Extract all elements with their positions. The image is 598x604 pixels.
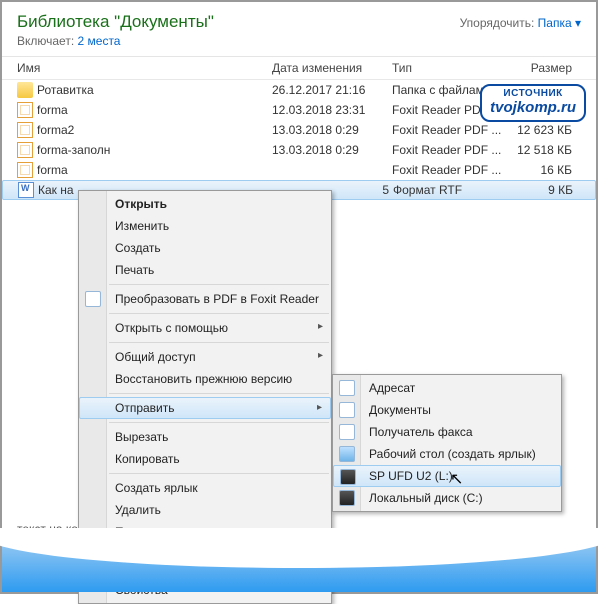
sendto-label: SP UFD U2 (L:) bbox=[369, 469, 453, 483]
sendto-label: Документы bbox=[369, 403, 431, 417]
menu-item-label: Преобразовать в PDF в Foxit Reader bbox=[115, 292, 319, 306]
menu-item[interactable]: Преобразовать в PDF в Foxit Reader bbox=[79, 288, 331, 310]
sendto-label: Получатель факса bbox=[369, 425, 473, 439]
pdf-icon bbox=[17, 142, 33, 158]
file-size: 16 КБ bbox=[512, 163, 582, 177]
file-size: 12 623 КБ bbox=[512, 123, 582, 137]
file-row[interactable]: forma Foxit Reader PDF ...16 КБ bbox=[2, 160, 596, 180]
file-modified: 26.12.2017 21:16 bbox=[272, 83, 392, 97]
sendto-item[interactable]: SP UFD U2 (L:) bbox=[333, 465, 561, 487]
menu-item[interactable]: Копировать bbox=[79, 448, 331, 470]
file-type: Foxit Reader PDF ... bbox=[392, 123, 512, 137]
watermark-badge: ИСТОЧНИК tvojkomp.ru bbox=[480, 84, 586, 122]
menu-item[interactable]: Общий доступ bbox=[79, 346, 331, 368]
decorative-wave bbox=[2, 544, 596, 592]
sort-value[interactable]: Папка ▾ bbox=[538, 16, 581, 30]
includes-line: Включает: 2 места bbox=[17, 34, 214, 48]
menu-item-label: Общий доступ bbox=[115, 350, 196, 364]
file-row[interactable]: forma-заполн 13.03.2018 0:29Foxit Reader … bbox=[2, 140, 596, 160]
sendto-label: Локальный диск (C:) bbox=[369, 491, 483, 505]
pdf-icon bbox=[17, 102, 33, 118]
menu-item-label: Открыть bbox=[115, 197, 167, 211]
folder-icon bbox=[17, 82, 33, 98]
disk-icon bbox=[339, 490, 355, 506]
col-modified[interactable]: Дата изменения bbox=[272, 61, 392, 75]
usb-icon bbox=[340, 469, 356, 485]
menu-item-label: Изменить bbox=[115, 219, 169, 233]
col-type[interactable]: Тип bbox=[392, 61, 512, 75]
file-type: Foxit Reader PDF ... bbox=[392, 163, 512, 177]
col-name[interactable]: Имя bbox=[2, 61, 272, 75]
mail-icon bbox=[339, 380, 355, 396]
menu-item[interactable]: Создать bbox=[79, 237, 331, 259]
fax-icon bbox=[339, 424, 355, 440]
menu-item-label: Открыть с помощью bbox=[115, 321, 228, 335]
file-name: Ротавитка bbox=[37, 83, 94, 97]
sendto-item[interactable]: Локальный диск (C:) bbox=[333, 487, 561, 509]
menu-item-label: Создать bbox=[115, 241, 161, 255]
sendto-item[interactable]: Рабочий стол (создать ярлык) bbox=[333, 443, 561, 465]
sort-control: Упорядочить: Папка ▾ bbox=[460, 16, 581, 30]
sendto-label: Адресат bbox=[369, 381, 415, 395]
file-modified: 13.03.2018 0:29 bbox=[272, 123, 392, 137]
library-title: Библиотека "Документы" bbox=[17, 12, 214, 32]
menu-separator bbox=[109, 284, 329, 285]
menu-item[interactable]: Печать bbox=[79, 259, 331, 281]
file-name: Как на bbox=[38, 183, 74, 197]
sendto-item[interactable]: Документы bbox=[333, 399, 561, 421]
send-to-submenu[interactable]: Адресат Документы Получатель факса Рабочий … bbox=[332, 374, 562, 512]
menu-item-label: Копировать bbox=[115, 452, 180, 466]
sendto-label: Рабочий стол (создать ярлык) bbox=[369, 447, 536, 461]
menu-item-label: Восстановить прежнюю версию bbox=[115, 372, 292, 386]
menu-separator bbox=[109, 473, 329, 474]
file-size: 12 518 КБ bbox=[512, 143, 582, 157]
file-modified: 13.03.2018 0:29 bbox=[272, 143, 392, 157]
menu-item[interactable]: Открыть bbox=[79, 193, 331, 215]
pdfconv-icon bbox=[85, 291, 101, 307]
file-name: forma-заполн bbox=[37, 143, 110, 157]
menu-separator bbox=[109, 313, 329, 314]
file-size: 9 КБ bbox=[513, 183, 583, 197]
menu-item-label: Отправить bbox=[115, 401, 175, 415]
menu-item[interactable]: Восстановить прежнюю версию bbox=[79, 368, 331, 390]
menu-item-label: Создать ярлык bbox=[115, 481, 198, 495]
file-name: forma bbox=[37, 103, 68, 117]
library-header: Библиотека "Документы" Включает: 2 места… bbox=[2, 2, 596, 57]
includes-link[interactable]: 2 места bbox=[78, 34, 121, 48]
file-name: forma2 bbox=[37, 123, 74, 137]
menu-separator bbox=[109, 393, 329, 394]
docs-icon bbox=[339, 402, 355, 418]
menu-item-label: Вырезать bbox=[115, 430, 168, 444]
sendto-item[interactable]: Адресат bbox=[333, 377, 561, 399]
menu-separator bbox=[109, 342, 329, 343]
file-type: Формат RTF bbox=[393, 183, 513, 197]
file-row[interactable]: forma2 13.03.2018 0:29Foxit Reader PDF ..… bbox=[2, 120, 596, 140]
menu-item-label: Печать bbox=[115, 263, 154, 277]
menu-item[interactable]: Вырезать bbox=[79, 426, 331, 448]
file-modified: 12.03.2018 23:31 bbox=[272, 103, 392, 117]
menu-item[interactable]: Открыть с помощью bbox=[79, 317, 331, 339]
file-type: Foxit Reader PDF ... bbox=[392, 143, 512, 157]
menu-item[interactable]: Отправить bbox=[79, 397, 331, 419]
desktop-icon bbox=[339, 446, 355, 462]
sendto-item[interactable]: Получатель факса bbox=[333, 421, 561, 443]
col-size[interactable]: Размер bbox=[512, 61, 582, 75]
menu-item[interactable]: Изменить bbox=[79, 215, 331, 237]
pdf-icon bbox=[17, 122, 33, 138]
menu-item-label: Удалить bbox=[115, 503, 161, 517]
menu-item[interactable]: Создать ярлык bbox=[79, 477, 331, 499]
rtf-icon bbox=[18, 182, 34, 198]
column-headers[interactable]: Имя Дата изменения Тип Размер bbox=[2, 57, 596, 80]
menu-separator bbox=[109, 422, 329, 423]
pdf-icon bbox=[17, 162, 33, 178]
file-name: forma bbox=[37, 163, 68, 177]
menu-item[interactable]: Удалить bbox=[79, 499, 331, 521]
